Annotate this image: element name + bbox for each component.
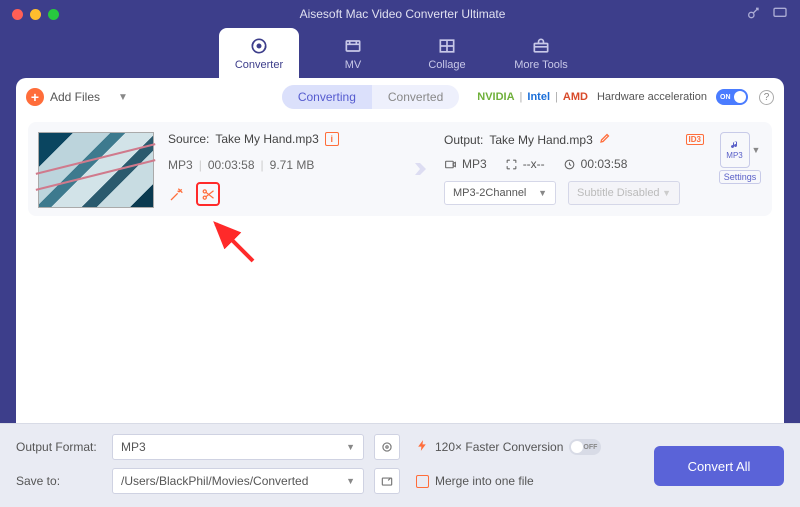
toolbox-icon (531, 36, 551, 56)
apply-all-button[interactable] (374, 434, 400, 460)
tab-converted[interactable]: Converted (372, 85, 459, 109)
save-to-select[interactable]: /Users/BlackPhil/Movies/Converted ▼ (112, 468, 364, 494)
source-label: Source: (168, 132, 209, 146)
mv-icon (343, 36, 363, 56)
plus-icon: + (26, 88, 44, 106)
window-controls (12, 9, 59, 20)
tab-label: Converter (235, 59, 283, 71)
clock-icon (563, 158, 576, 171)
output-profile: MP3 ▼ Settings (718, 132, 762, 206)
file-thumbnail[interactable] (38, 132, 154, 208)
merge-label: Merge into one file (435, 474, 534, 488)
merge-checkbox[interactable] (416, 475, 429, 488)
resolution-icon (505, 158, 518, 171)
music-note-icon (729, 140, 741, 150)
intel-label: Intel (527, 91, 550, 103)
app-title: Aisesoft Mac Video Converter Ultimate (59, 7, 746, 21)
open-folder-button[interactable] (374, 468, 400, 494)
profile-format-button[interactable]: MP3 (720, 132, 750, 168)
arrow-icon (402, 132, 430, 206)
tab-converting[interactable]: Converting (282, 85, 372, 109)
help-icon[interactable]: ? (759, 90, 774, 105)
chevron-down-icon: ▼ (346, 442, 355, 452)
source-size: 9.71 MB (270, 158, 315, 172)
key-icon[interactable] (746, 5, 762, 24)
bolt-icon (416, 439, 429, 455)
output-duration: 00:03:58 (581, 157, 628, 171)
nvidia-label: NVIDIA (477, 91, 514, 103)
hw-accel-label: Hardware acceleration (597, 91, 707, 103)
save-to-label: Save to: (16, 474, 102, 488)
footer: Output Format: MP3 ▼ 120× Faster Conversi… (0, 423, 800, 507)
faster-conversion-label: 120× Faster Conversion (435, 440, 563, 454)
subtitle-select[interactable]: Subtitle Disabled▼ (568, 181, 680, 205)
maximize-window[interactable] (48, 9, 59, 20)
output-column: Output: Take My Hand.mp3 ID3 MP3 --x-- 0… (444, 132, 704, 206)
tab-moretools[interactable]: More Tools (501, 28, 581, 78)
add-files-label: Add Files (50, 90, 100, 104)
info-badge-icon[interactable]: i (325, 132, 339, 146)
source-format: MP3 (168, 158, 193, 172)
tab-label: Collage (428, 59, 465, 71)
file-list: Source: Take My Hand.mp3 i MP3|00:03:58|… (16, 116, 784, 423)
output-format-select[interactable]: MP3 ▼ (112, 434, 364, 460)
workarea: + Add Files ▼ Converting Converted NVIDI… (16, 78, 784, 423)
collage-icon (437, 36, 457, 56)
source-column: Source: Take My Hand.mp3 i MP3|00:03:58|… (168, 132, 388, 206)
source-filename: Take My Hand.mp3 (215, 132, 318, 146)
chevron-down-icon: ▼ (346, 476, 355, 486)
output-label: Output: (444, 133, 483, 147)
profile-settings-button[interactable]: Settings (719, 170, 762, 184)
titlebar: Aisesoft Mac Video Converter Ultimate (0, 0, 800, 28)
minimize-window[interactable] (30, 9, 41, 20)
save-to-value: /Users/BlackPhil/Movies/Converted (121, 474, 308, 488)
tab-converter[interactable]: Converter (219, 28, 299, 78)
tab-label: MV (345, 59, 362, 71)
output-format-value: MP3 (121, 440, 146, 454)
source-duration: 00:03:58 (208, 158, 255, 172)
output-format: MP3 (462, 157, 487, 171)
output-format-label: Output Format: (16, 440, 102, 454)
channel-select[interactable]: MP3-2Channel ▼ (444, 181, 556, 205)
video-icon (444, 158, 457, 171)
convert-all-button[interactable]: Convert All (654, 446, 784, 486)
hardware-accel: NVIDIA | Intel | AMD Hardware accelerati… (477, 89, 774, 105)
hw-accel-toggle[interactable] (716, 89, 748, 105)
conversion-status-segment: Converting Converted (282, 85, 459, 109)
id3-badge[interactable]: ID3 (686, 134, 704, 145)
tab-collage[interactable]: Collage (407, 28, 487, 78)
converter-icon (249, 36, 269, 56)
subtitle-value: Subtitle Disabled (577, 187, 660, 199)
tab-mv[interactable]: MV (313, 28, 393, 78)
annotation-arrow (198, 216, 258, 269)
chevron-down-icon[interactable]: ▼ (752, 145, 761, 155)
cut-button[interactable] (196, 182, 220, 206)
toolbar: + Add Files ▼ Converting Converted NVIDI… (16, 78, 784, 116)
add-files-button[interactable]: + Add Files ▼ (26, 88, 128, 106)
enhance-icon[interactable] (168, 185, 186, 203)
output-filename: Take My Hand.mp3 (489, 133, 592, 147)
file-row: Source: Take My Hand.mp3 i MP3|00:03:58|… (28, 122, 772, 216)
chevron-down-icon: ▼ (662, 188, 671, 198)
channel-value: MP3-2Channel (453, 187, 526, 199)
feedback-icon[interactable] (772, 5, 788, 24)
chevron-down-icon: ▼ (538, 188, 547, 198)
main-tabs: Converter MV Collage More Tools (0, 28, 800, 78)
profile-format-label: MP3 (726, 151, 742, 160)
amd-label: AMD (563, 91, 588, 103)
close-window[interactable] (12, 9, 23, 20)
rename-icon[interactable] (599, 132, 611, 147)
chevron-down-icon[interactable]: ▼ (118, 92, 128, 103)
scissors-icon (201, 187, 216, 202)
output-resolution: --x-- (523, 157, 545, 171)
tab-label: More Tools (514, 59, 568, 71)
faster-conversion-toggle[interactable] (569, 439, 601, 455)
